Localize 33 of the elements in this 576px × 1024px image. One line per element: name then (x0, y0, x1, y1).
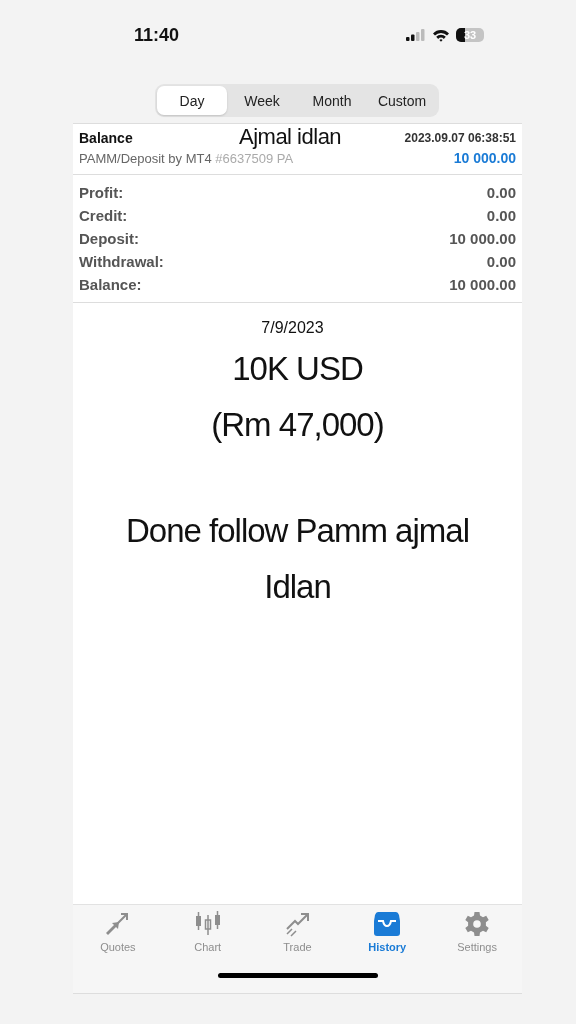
tab-bar-item[interactable]: Settings (441, 911, 514, 953)
caption-date: 7/9/2023 (261, 319, 324, 337)
candlestick-icon (193, 911, 222, 937)
status-time: 11:40 (134, 24, 180, 46)
caption-amount: 10K USD (232, 349, 363, 389)
wifi-icon (432, 28, 450, 42)
summary-value: 0.00 (486, 253, 516, 270)
period-tab[interactable]: Day (157, 86, 227, 115)
tab-bar-item[interactable]: Quotes (81, 911, 154, 953)
tab-bar-item[interactable]: History (351, 911, 424, 953)
summary-label: Credit: (79, 207, 128, 224)
summary-label: Deposit: (79, 230, 139, 247)
caption-converted: (Rm 47,000) (211, 405, 384, 445)
summary-value: 10 000.00 (449, 276, 516, 293)
summary-value: 0.00 (486, 207, 516, 224)
signal-icon (406, 29, 426, 41)
entry-datetime: 2023.09.07 06:38:51 (404, 131, 516, 145)
caption-note: Done follow Pamm ajmal (126, 511, 469, 551)
caption-note: Idlan (264, 567, 331, 607)
inbox-icon (373, 911, 402, 937)
entry-title: Balance (79, 130, 133, 146)
period-tab[interactable]: Custom (367, 86, 437, 115)
summary-value: 0.00 (486, 184, 516, 201)
summary-label: Withdrawal: (79, 253, 164, 270)
entry-amount: 10 000.00 (453, 150, 516, 166)
period-tab[interactable]: Week (227, 86, 297, 115)
summary-label: Balance: (79, 276, 142, 293)
tab-bar-item[interactable]: Chart (171, 911, 244, 953)
tab-bar-item[interactable]: Trade (261, 911, 334, 953)
entry-comment: PAMM/Deposit by MT4 #6637509 PA (79, 150, 294, 166)
summary-value: 10 000.00 (449, 230, 516, 247)
period-tab[interactable]: Month (297, 86, 367, 115)
summary-label: Profit: (79, 184, 124, 201)
